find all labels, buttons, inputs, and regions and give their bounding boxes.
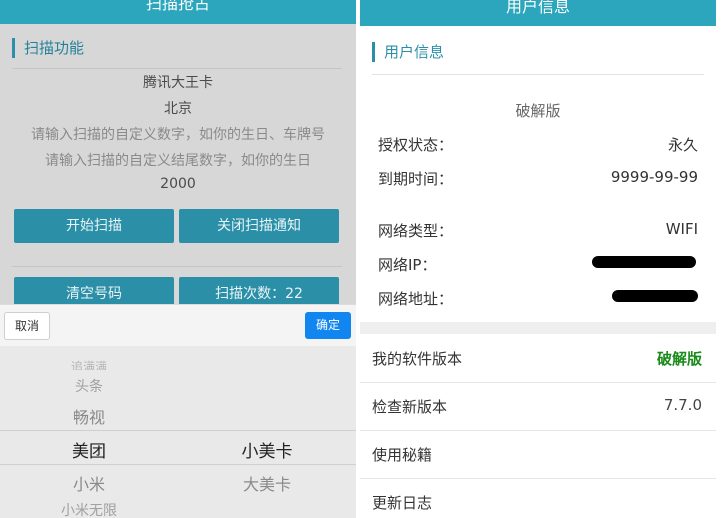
changelog-row[interactable]: 更新日志 <box>360 478 716 518</box>
picker-col1-selected[interactable]: 美团 <box>0 437 178 462</box>
tips-row[interactable]: 使用秘籍 <box>360 430 716 479</box>
network-ip-label: 网络IP： <box>378 256 437 274</box>
user-info-header-title: 用户信息 <box>360 0 716 26</box>
picker-col2-item[interactable]: 大美卡 <box>178 471 356 495</box>
custom-number-input[interactable]: 请输入扫描的自定义数字，如你的生日、车牌号 <box>0 124 356 144</box>
divider <box>372 74 704 75</box>
card-name-select[interactable]: 腾讯大王卡 <box>0 72 356 92</box>
year-select[interactable]: 2000 <box>0 176 356 192</box>
picker-col1-item[interactable]: 畅视 <box>0 404 178 428</box>
picker-col1-item[interactable]: 头条 <box>0 376 178 396</box>
software-version-label: 我的软件版本 <box>372 350 463 368</box>
check-update-label: 检查新版本 <box>372 398 448 416</box>
section-gap <box>360 322 716 334</box>
scan-panel: 扫描抢占 扫描功能 腾讯大王卡 北京 请输入扫描的自定义数字，如你的生日、车牌号… <box>0 0 356 518</box>
picker-col2-selected[interactable]: 小美卡 <box>178 437 356 462</box>
scan-header-title: 扫描抢占 <box>0 0 356 24</box>
picker-col1-item[interactable]: 小米无限 <box>0 500 178 518</box>
divider <box>12 68 342 69</box>
picker-toolbar <box>0 304 356 347</box>
changelog-label: 更新日志 <box>372 494 433 512</box>
custom-ending-input[interactable]: 请输入扫描的自定义结尾数字，如你的生日 <box>0 150 356 170</box>
tips-label: 使用秘籍 <box>372 446 433 464</box>
city-select[interactable]: 北京 <box>0 98 356 118</box>
picker-selection-bottom <box>0 464 356 465</box>
picker-confirm-button[interactable]: 确定 <box>305 312 351 339</box>
expiry-label: 到期时间： <box>378 170 454 188</box>
check-update-value: 7.7.0 <box>663 396 702 414</box>
network-address-label: 网络地址： <box>378 290 454 308</box>
auth-status-row: 授权状态： 永久 <box>378 134 698 154</box>
user-info-section-title: 用户信息 <box>372 42 444 62</box>
check-update-row[interactable]: 检查新版本 7.7.0 <box>360 382 716 431</box>
picker-col1-item[interactable]: 追满满 <box>0 358 178 370</box>
expiry-value: 9999-99-99 <box>610 168 698 186</box>
picker-selection-top <box>0 430 356 431</box>
picker-cancel-button[interactable]: 取消 <box>4 312 50 340</box>
divider <box>12 266 342 267</box>
redaction-scribble <box>592 256 696 268</box>
network-type-row: 网络类型： WIFI <box>378 220 698 240</box>
user-info-panel: 用户信息 用户信息 破解版 授权状态： 永久 到期时间： 9999-99-99 … <box>360 0 716 518</box>
edition-label: 破解版 <box>515 102 561 120</box>
start-scan-button[interactable]: 开始扫描 <box>14 209 174 243</box>
scan-section-title: 扫描功能 <box>12 38 84 58</box>
software-version-row[interactable]: 我的软件版本 破解版 <box>360 334 716 383</box>
picker-col1-item[interactable]: 小米 <box>0 471 178 495</box>
network-type-label: 网络类型： <box>378 222 454 240</box>
auth-status-label: 授权状态： <box>378 136 454 154</box>
software-version-value: 破解版 <box>656 350 702 368</box>
redaction-scribble <box>612 290 698 302</box>
expiry-row: 到期时间： 9999-99-99 <box>378 168 698 188</box>
auth-status-value: 永久 <box>667 136 698 154</box>
close-scan-notify-button[interactable]: 关闭扫描通知 <box>179 209 339 243</box>
network-type-value: WIFI <box>665 220 698 238</box>
